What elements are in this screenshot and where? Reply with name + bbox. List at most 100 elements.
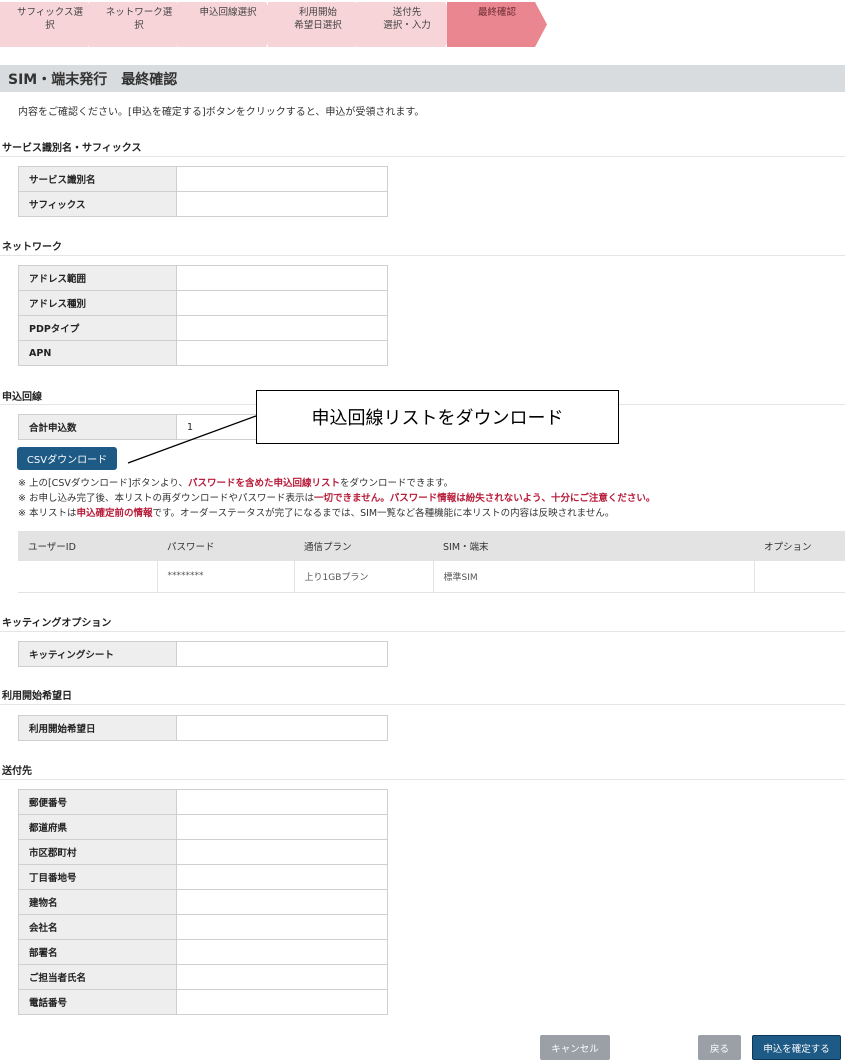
table-row: 利用開始希望日 <box>18 715 388 741</box>
field-value <box>176 814 388 840</box>
service-table: サービス識別名 サフィックス <box>18 166 388 217</box>
field-value <box>176 340 388 366</box>
note-emphasis: 申込確定前の情報 <box>76 508 153 519</box>
field-value <box>176 265 388 291</box>
field-label: 市区郡町村 <box>18 839 177 865</box>
table-row: 電話番号 <box>18 989 388 1015</box>
step-suffix: サフィックス選 択 <box>0 2 100 47</box>
step-final-confirm: 最終確認 <box>447 2 547 47</box>
field-value <box>176 989 388 1015</box>
field-value <box>176 290 388 316</box>
field-value <box>176 889 388 915</box>
section-title-network: ネットワーク <box>2 242 62 253</box>
table-row: 部署名 <box>18 939 388 965</box>
field-label: PDPタイプ <box>18 315 177 341</box>
step-label: 最終確認 <box>477 7 516 18</box>
table-row: 市区郡町村 <box>18 839 388 865</box>
field-label: 電話番号 <box>18 989 177 1015</box>
cell-sim: 標準SIM <box>433 561 755 593</box>
section-title-shipping: 送付先 <box>2 766 32 777</box>
section-title-kitting: キッティングオプション <box>2 618 112 629</box>
column-header: SIM・端末 <box>433 531 754 561</box>
field-value <box>176 964 388 990</box>
confirm-order-button[interactable]: 申込を確定する <box>752 1035 841 1060</box>
note-line: ※ 本リストは申込確定前の情報です。オーダーステータスが完了になるまでは、SIM… <box>18 506 655 521</box>
field-label: 会社名 <box>18 914 177 940</box>
field-value <box>176 789 388 815</box>
table-row: サービス識別名 <box>18 166 388 192</box>
table-row: アドレス種別 <box>18 290 388 316</box>
table-row: キッティングシート <box>18 641 388 667</box>
cell-user-id <box>18 561 158 593</box>
field-label: 利用開始希望日 <box>18 715 177 741</box>
field-label: 都道府県 <box>18 814 177 840</box>
note-text: をダウンロードできます。 <box>340 478 454 489</box>
divider <box>0 779 845 780</box>
kitting-table: キッティングシート <box>18 641 388 667</box>
step-label: 利用開始 希望日選択 <box>294 7 342 31</box>
note-line: ※ 上の[CSVダウンロード]ボタンより、パスワードを含めた申込回線リストをダウ… <box>18 476 655 491</box>
field-label: ご担当者氏名 <box>18 964 177 990</box>
callout-pointer <box>127 415 257 464</box>
note-text: です。オーダーステータスが完了になるまでは、SIM一覧など各種機能に本リストの内… <box>152 508 615 519</box>
table-row: PDPタイプ <box>18 315 388 341</box>
field-label: 部署名 <box>18 939 177 965</box>
field-value <box>176 864 388 890</box>
field-label: 郵便番号 <box>18 789 177 815</box>
page-title-bar: SIM・端末発行 最終確認 <box>0 65 845 92</box>
table-row: ******** 上り1GBプラン 標準SIM <box>18 561 845 593</box>
field-label: アドレス範囲 <box>18 265 177 291</box>
field-label: キッティングシート <box>18 641 177 667</box>
field-value <box>176 166 388 192</box>
note-text: ※ 上の[CSVダウンロード]ボタンより、 <box>18 478 188 489</box>
shipping-table: 郵便番号 都道府県 市区郡町村 丁目番地号 建物名 会社名 部署名 ご担当者氏名… <box>18 789 388 1015</box>
csv-download-button[interactable]: CSVダウンロード <box>17 447 117 470</box>
step-label: サフィックス選 択 <box>16 7 84 31</box>
table-header-row: ユーザーID パスワード 通信プラン SIM・端末 オプション <box>18 531 845 561</box>
note-emphasis: 一切できません。パスワード情報は紛失されないよう、十分にご注意ください。 <box>313 493 656 504</box>
table-row: 丁目番地号 <box>18 864 388 890</box>
field-label: アドレス種別 <box>18 290 177 316</box>
table-row: 会社名 <box>18 914 388 940</box>
section-title-start-date: 利用開始希望日 <box>2 691 72 702</box>
step-start-date: 利用開始 希望日選択 <box>268 2 368 47</box>
field-label: 建物名 <box>18 889 177 915</box>
field-label: APN <box>18 340 177 366</box>
intro-text: 内容をご確認ください。[申込を確定する]ボタンをクリックすると、申込が受領されま… <box>18 107 425 118</box>
network-table: アドレス範囲 アドレス種別 PDPタイプ APN <box>18 265 388 366</box>
table-row: サフィックス <box>18 191 388 217</box>
step-network: ネットワーク選 択 <box>89 2 189 47</box>
table-row: 建物名 <box>18 889 388 915</box>
cell-password: ******** <box>157 561 295 593</box>
column-header: ユーザーID <box>18 531 157 561</box>
note-line: ※ お申し込み完了後、本リストの再ダウンロードやパスワード表示は一切できません。… <box>18 491 655 506</box>
field-value <box>176 715 388 741</box>
back-button[interactable]: 戻る <box>698 1035 741 1060</box>
table-row: 郵便番号 <box>18 789 388 815</box>
callout-box: 申込回線リストをダウンロード <box>256 390 619 444</box>
cancel-button[interactable]: キャンセル <box>540 1035 610 1060</box>
step-label: 送付先 選択・入力 <box>383 7 431 31</box>
step-label: 申込回線選択 <box>199 7 257 18</box>
field-label: 丁目番地号 <box>18 864 177 890</box>
step-label: ネットワーク選 択 <box>105 7 173 31</box>
field-value <box>176 939 388 965</box>
progress-stepper: サフィックス選 択 ネットワーク選 択 申込回線選択 利用開始 希望日選択 送付… <box>0 2 547 47</box>
column-header: オプション <box>754 531 845 561</box>
field-value <box>176 914 388 940</box>
cell-option <box>754 561 845 593</box>
table-row: アドレス範囲 <box>18 265 388 291</box>
field-value <box>176 315 388 341</box>
column-header: 通信プラン <box>294 531 433 561</box>
divider <box>0 704 845 705</box>
column-header: パスワード <box>157 531 294 561</box>
field-value <box>176 641 388 667</box>
field-label: サービス識別名 <box>18 166 177 192</box>
divider <box>0 255 845 256</box>
cell-plan: 上り1GBプラン <box>294 561 434 593</box>
note-text: ※ お申し込み完了後、本リストの再ダウンロードやパスワード表示は <box>18 493 314 504</box>
table-row: ご担当者氏名 <box>18 964 388 990</box>
field-value <box>176 191 388 217</box>
note-emphasis: パスワードを含めた申込回線リスト <box>188 478 341 489</box>
page-title: SIM・端末発行 最終確認 <box>8 72 178 88</box>
